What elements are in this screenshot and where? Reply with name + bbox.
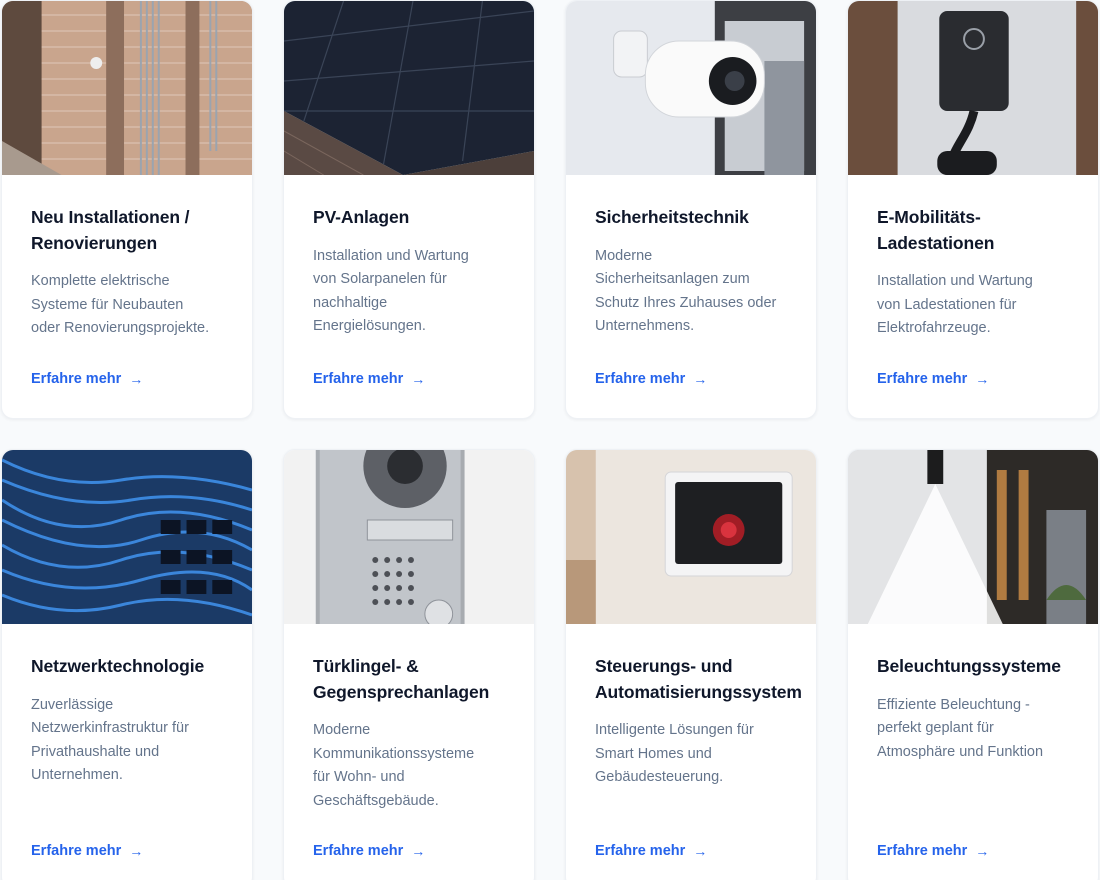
learn-more-link[interactable]: Erfahre mehr → (31, 843, 143, 859)
card-description: Effiziente Beleuchtung - perfekt geplant… (877, 696, 1044, 760)
learn-more-label: Erfahre mehr (31, 371, 122, 387)
network-cables-image (2, 450, 252, 624)
arrow-right-icon: → (693, 843, 708, 859)
service-card-network[interactable]: Netzwerktechnologie Zuverlässige Netzwer… (1, 449, 253, 880)
arrow-right-icon: → (411, 371, 426, 387)
service-card-intercom[interactable]: Türklingel- & Gegensprechanlagen Moderne… (283, 449, 535, 880)
service-card-ev-charging[interactable]: E-Mobilitäts- Ladestationen Installation… (847, 0, 1099, 419)
card-description: Komplette elektrische Systeme für Neubau… (31, 273, 210, 336)
learn-more-label: Erfahre mehr (313, 371, 404, 387)
service-card-installations[interactable]: Neu Installationen / Renovierungen Kompl… (1, 0, 253, 419)
service-card-lighting[interactable]: Beleuchtungssysteme Effiziente Beleuchtu… (847, 449, 1099, 880)
service-card-security[interactable]: Sicherheitstechnik Moderne Sicherheitsan… (565, 0, 817, 419)
ev-charger-image (848, 1, 1098, 175)
card-title: Beleuchtungssysteme (877, 656, 1061, 676)
smart-home-panel-image (566, 450, 816, 624)
card-description: Moderne Sicherheitsanlagen zum Schutz Ih… (595, 247, 777, 335)
outdoor-lighting-image (848, 450, 1098, 624)
learn-more-link[interactable]: Erfahre mehr → (877, 371, 989, 387)
card-title: Neu Installationen / Renovierungen (31, 207, 190, 253)
learn-more-label: Erfahre mehr (595, 843, 686, 859)
card-title: PV-Anlagen (313, 207, 410, 227)
learn-more-link[interactable]: Erfahre mehr → (595, 371, 707, 387)
learn-more-link[interactable]: Erfahre mehr → (595, 843, 707, 859)
arrow-right-icon: → (411, 843, 426, 859)
brick-wall-wiring-image (2, 1, 252, 175)
learn-more-label: Erfahre mehr (877, 371, 968, 387)
card-description: Installation und Wartung von Ladestation… (877, 273, 1033, 336)
learn-more-link[interactable]: Erfahre mehr → (877, 843, 989, 859)
arrow-right-icon: → (975, 843, 990, 859)
learn-more-link[interactable]: Erfahre mehr → (313, 843, 425, 859)
arrow-right-icon: → (129, 371, 144, 387)
service-card-automation[interactable]: Steuerungs- und Automatisierungssystem I… (565, 449, 817, 880)
card-title: E-Mobilitäts- Ladestationen (877, 207, 995, 253)
arrow-right-icon: → (693, 371, 708, 387)
card-title: Steuerungs- und Automatisierungssystem (595, 656, 802, 702)
solar-panels-image (284, 1, 534, 175)
learn-more-link[interactable]: Erfahre mehr → (313, 371, 425, 387)
card-description: Intelligente Lösungen für Smart Homes un… (595, 722, 754, 785)
card-title: Netzwerktechnologie (31, 656, 205, 676)
card-title: Sicherheitstechnik (595, 207, 749, 227)
arrow-right-icon: → (129, 843, 144, 859)
learn-more-label: Erfahre mehr (877, 843, 968, 859)
learn-more-label: Erfahre mehr (31, 843, 122, 859)
door-intercom-image (284, 450, 534, 624)
service-card-pv[interactable]: PV-Anlagen Installation und Wartung von … (283, 0, 535, 419)
security-camera-image (566, 1, 816, 175)
card-description: Zuverlässige Netzwerkinfrastruktur für P… (31, 696, 189, 784)
card-description: Moderne Kommunikationssysteme für Wohn- … (313, 722, 475, 809)
learn-more-link[interactable]: Erfahre mehr → (31, 371, 143, 387)
card-description: Installation und Wartung von Solarpanele… (313, 247, 469, 335)
learn-more-label: Erfahre mehr (595, 371, 686, 387)
card-title: Türklingel- & Gegensprechanlagen (313, 656, 490, 702)
arrow-right-icon: → (975, 371, 990, 387)
learn-more-label: Erfahre mehr (313, 843, 404, 859)
